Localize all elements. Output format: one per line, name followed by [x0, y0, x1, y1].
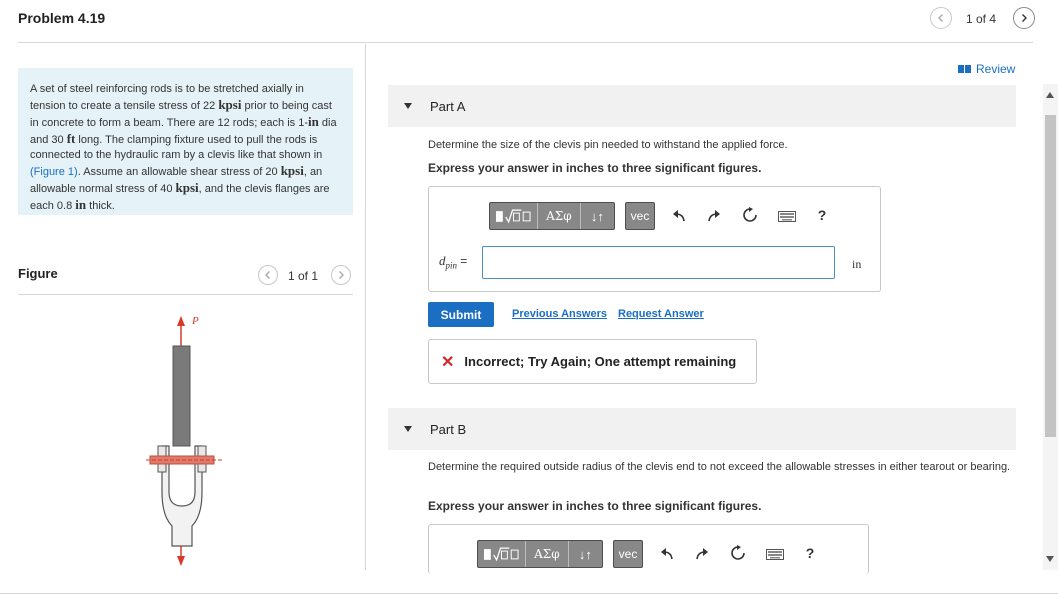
- greek-symbols-button[interactable]: ΑΣφ: [538, 203, 581, 229]
- reset-icon[interactable]: [741, 206, 759, 224]
- figure-heading: Figure: [18, 266, 58, 281]
- part-b-header[interactable]: Part B: [388, 408, 1016, 450]
- unit-kpsi: kpsi: [175, 180, 199, 195]
- scrollbar-thumb[interactable]: [1045, 115, 1056, 437]
- clevis-figure: P P: [146, 315, 222, 566]
- feedback-message: Incorrect; Try Again; One attempt remain…: [464, 354, 737, 369]
- header-divider: [18, 42, 1033, 43]
- problem-statement: A set of steel reinforcing rods is to be…: [18, 68, 353, 215]
- variable-label: dpin =: [439, 253, 467, 271]
- keyboard-icon[interactable]: [777, 207, 797, 225]
- part-b-label: Part B: [430, 422, 467, 437]
- chevron-right-icon: [339, 271, 344, 279]
- scroll-down-icon[interactable]: [1046, 556, 1054, 562]
- math-toolbar-group: ΑΣφ ↓↑: [477, 540, 603, 568]
- book-icon: [958, 65, 971, 73]
- unit-in: in: [75, 197, 87, 212]
- equals-sign: =: [460, 254, 468, 268]
- footer-divider: [0, 593, 1058, 594]
- next-problem-button[interactable]: [1013, 7, 1035, 29]
- problem-text: thick.: [86, 200, 115, 212]
- sqrt-template-icon: [495, 209, 531, 224]
- unit-kpsi: kpsi: [280, 163, 304, 178]
- chevron-right-icon: [1022, 14, 1027, 22]
- problem-panel: A set of steel reinforcing rods is to be…: [0, 44, 365, 574]
- reset-icon[interactable]: [729, 544, 747, 562]
- part-a-header[interactable]: Part A: [388, 85, 1016, 127]
- help-button[interactable]: ?: [801, 544, 819, 562]
- scroll-up-icon[interactable]: [1046, 92, 1054, 98]
- part-a-answer-input[interactable]: [482, 246, 835, 279]
- part-b-question: Determine the required outside radius of…: [428, 461, 1011, 473]
- arrows-button[interactable]: ↓↑: [581, 203, 614, 229]
- chevron-left-icon: [938, 14, 943, 22]
- arrow-head-bottom: [177, 556, 185, 566]
- template-button[interactable]: [478, 541, 526, 567]
- figure-divider: [18, 294, 353, 295]
- keyboard-icon[interactable]: [765, 545, 785, 563]
- answer-unit: in: [852, 257, 862, 271]
- redo-icon[interactable]: [705, 207, 723, 225]
- math-toolbar-group: ΑΣφ ↓↑: [489, 202, 615, 230]
- feedback-box: ✕ Incorrect; Try Again; One attempt rema…: [428, 339, 757, 384]
- vector-button[interactable]: vec: [625, 202, 655, 230]
- submit-button[interactable]: Submit: [428, 302, 494, 327]
- greek-symbols-button[interactable]: ΑΣφ: [526, 541, 569, 567]
- page-header: Problem 4.19 1 of 4: [0, 0, 1058, 44]
- review-link[interactable]: Review: [958, 62, 1015, 76]
- figure-link[interactable]: (Figure 1): [30, 166, 78, 178]
- help-button[interactable]: ?: [813, 206, 831, 224]
- incorrect-x-icon: ✕: [441, 353, 455, 371]
- part-a-instruction: Express your answer in inches to three s…: [428, 161, 762, 175]
- template-button[interactable]: [490, 203, 538, 229]
- undo-icon[interactable]: [658, 545, 676, 563]
- part-a-label: Part A: [430, 99, 466, 114]
- force-label-top: P: [191, 315, 199, 327]
- sqrt-template-icon: [483, 547, 519, 562]
- collapse-triangle-icon: [404, 103, 412, 109]
- variable-subscript: pin: [445, 260, 458, 271]
- column-divider: [365, 44, 366, 570]
- previous-answers-link[interactable]: Previous Answers: [512, 308, 607, 320]
- figure-pager: 1 of 1: [288, 269, 319, 283]
- undo-icon[interactable]: [670, 207, 688, 225]
- review-label: Review: [976, 62, 1016, 76]
- prev-figure-button[interactable]: [258, 265, 278, 285]
- part-b-answer-box: ΑΣφ ↓↑ vec ?: [428, 524, 869, 574]
- chevron-left-icon: [265, 271, 270, 279]
- problem-text: . Assume an allowable shear stress of 20: [77, 166, 281, 178]
- problem-pager: 1 of 4: [966, 12, 997, 26]
- redo-icon[interactable]: [693, 545, 711, 563]
- next-figure-button[interactable]: [331, 265, 351, 285]
- prev-problem-button[interactable]: [930, 7, 952, 29]
- unit-kpsi: kpsi: [218, 97, 242, 112]
- request-answer-link[interactable]: Request Answer: [618, 308, 704, 320]
- arrows-button[interactable]: ↓↑: [569, 541, 602, 567]
- unit-in: in: [308, 114, 319, 129]
- part-a-answer-box: ΑΣφ ↓↑ vec ? dpin = in: [428, 186, 881, 292]
- part-a-question: Determine the size of the clevis pin nee…: [428, 139, 788, 151]
- vector-button[interactable]: vec: [613, 540, 643, 568]
- rod: [172, 345, 191, 447]
- problem-title: Problem 4.19: [18, 10, 106, 26]
- arrow-head-top: [177, 316, 185, 326]
- collapse-triangle-icon: [404, 426, 412, 432]
- part-b-instruction: Express your answer in inches to three s…: [428, 499, 762, 513]
